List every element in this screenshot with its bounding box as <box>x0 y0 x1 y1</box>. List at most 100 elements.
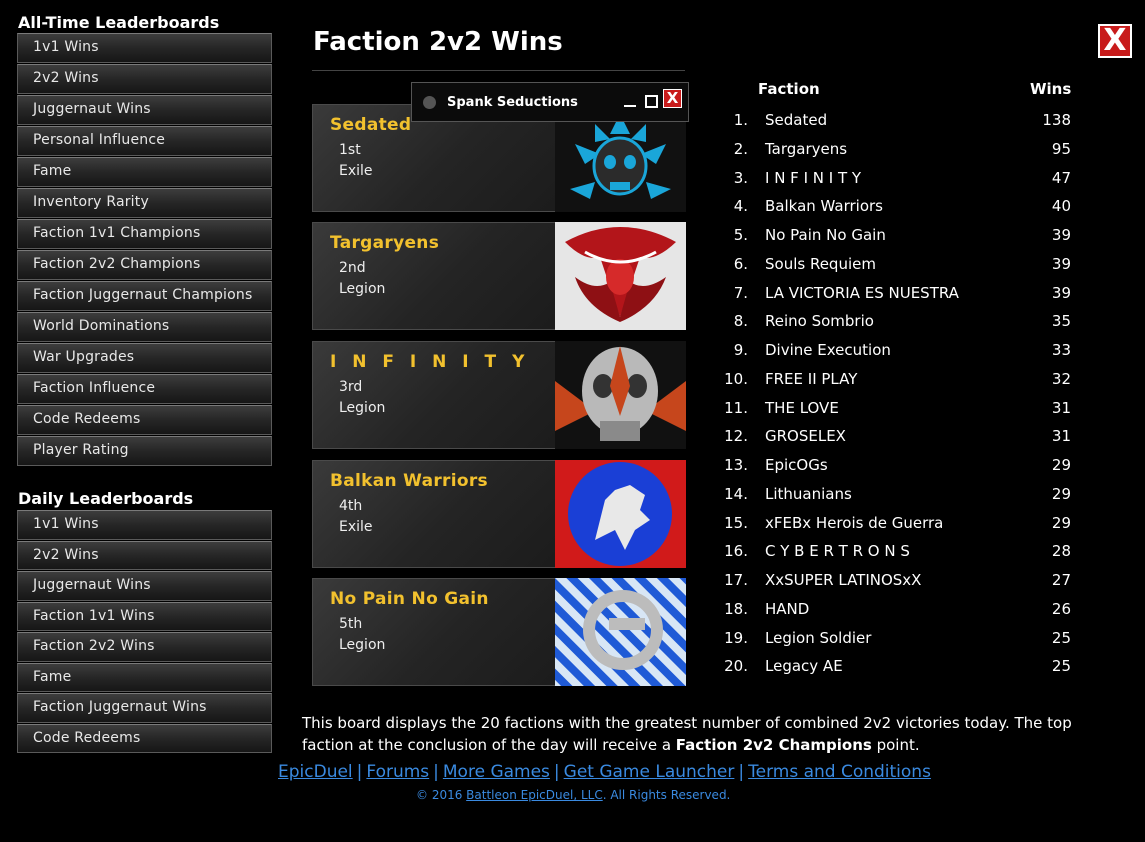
alltime-leaderboard-list: 1v1 Wins 2v2 Wins Juggernaut Wins Personal … <box>17 33 272 467</box>
minimize-icon[interactable] <box>624 91 636 107</box>
faction-card-2[interactable]: Targaryens 2nd Legion <box>312 222 686 330</box>
table-row: 13. EpicOGs 29 <box>720 456 1080 484</box>
row-faction-name[interactable]: Legion Soldier <box>765 629 871 647</box>
row-faction-name[interactable]: Balkan Warriors <box>765 197 883 215</box>
daily-button[interactable]: Code Redeems <box>17 723 272 753</box>
table-row: 14. Lithuanians 29 <box>720 485 1080 513</box>
row-faction-name[interactable]: Souls Requiem <box>765 255 876 273</box>
alltime-button[interactable]: Faction Juggernaut Champions <box>17 281 272 311</box>
row-wins: 39 <box>1051 226 1071 244</box>
footer-link-game-launcher[interactable]: Get Game Launcher <box>564 762 735 782</box>
daily-button[interactable]: 2v2 Wins <box>17 540 272 570</box>
row-wins: 40 <box>1051 197 1071 216</box>
faction-card-type: Legion <box>339 400 386 416</box>
daily-button[interactable]: Fame <box>17 662 272 692</box>
row-faction-name[interactable]: C Y B E R T R O N S <box>765 542 910 560</box>
row-rank: 19. <box>724 628 748 647</box>
daily-button[interactable]: Faction 1v1 Wins <box>17 601 272 631</box>
row-faction-name[interactable]: Targaryens <box>765 140 847 158</box>
daily-button[interactable]: Juggernaut Wins <box>17 571 272 601</box>
faction-card-name: I N F I N I T Y <box>330 352 530 372</box>
row-faction-name[interactable]: Divine Execution <box>765 341 891 359</box>
daily-button[interactable]: Faction 2v2 Wins <box>17 632 272 662</box>
row-faction-name[interactable]: LA VICTORIA ES NUESTRA <box>765 284 959 302</box>
alltime-button[interactable]: World Dominations <box>17 312 272 342</box>
row-wins: 26 <box>1051 599 1071 618</box>
row-wins: 47 <box>1051 168 1071 187</box>
row-faction-name[interactable]: EpicOGs <box>765 456 828 474</box>
faction-popup[interactable]: Spank Seductions X <box>411 82 689 122</box>
close-button[interactable]: X <box>1098 24 1132 58</box>
alltime-button[interactable]: Fame <box>17 157 272 187</box>
daily-leaderboards-title: Daily Leaderboards <box>18 489 194 508</box>
row-rank: 5. <box>733 226 748 244</box>
alltime-button[interactable]: 1v1 Wins <box>17 33 272 63</box>
row-rank: 14. <box>724 484 748 503</box>
row-rank: 15. <box>724 513 748 532</box>
row-wins: 29 <box>1051 456 1071 474</box>
row-wins: 31 <box>1051 398 1071 417</box>
alltime-button[interactable]: 2v2 Wins <box>17 64 272 94</box>
alltime-button[interactable]: Inventory Rarity <box>17 188 272 218</box>
faction-card-4[interactable]: Balkan Warriors 4th Exile <box>312 460 686 568</box>
alltime-button[interactable]: Faction 2v2 Champions <box>17 250 272 280</box>
row-faction-name[interactable]: Legacy AE <box>765 657 843 675</box>
table-row: 15. xFEBx Herois de Guerra 29 <box>720 514 1080 542</box>
column-header-faction: Faction <box>758 80 820 98</box>
table-row: 17. XxSUPER LATINOSxX 27 <box>720 571 1080 599</box>
status-dot-icon <box>423 96 436 109</box>
divider <box>312 70 685 71</box>
row-rank: 18. <box>724 599 748 618</box>
row-faction-name[interactable]: FREE II PLAY <box>765 370 857 388</box>
footer-link-terms[interactable]: Terms and Conditions <box>748 762 931 782</box>
daily-button[interactable]: 1v1 Wins <box>17 510 272 540</box>
popup-close-button[interactable]: X <box>663 89 682 108</box>
row-wins: 39 <box>1051 283 1071 302</box>
faction-card-5[interactable]: No Pain No Gain 5th Legion <box>312 578 686 686</box>
row-faction-name[interactable]: XxSUPER LATINOSxX <box>765 571 921 589</box>
copyright: © 2016 Battleon EpicDuel, LLC. All Right… <box>416 788 730 802</box>
row-faction-name[interactable]: Reino Sombrio <box>765 312 874 330</box>
row-faction-name[interactable]: No Pain No Gain <box>765 226 886 244</box>
row-rank: 11. <box>724 398 748 417</box>
row-faction-name[interactable]: xFEBx Herois de Guerra <box>765 514 943 532</box>
alltime-button[interactable]: Faction Influence <box>17 374 272 404</box>
alltime-button[interactable]: Personal Influence <box>17 126 272 156</box>
row-wins: 25 <box>1051 657 1071 676</box>
daily-button[interactable]: Faction Juggernaut Wins <box>17 693 272 723</box>
row-faction-name[interactable]: HAND <box>765 600 809 618</box>
faction-card-rank: 1st <box>339 142 361 158</box>
footer-link-epicduel[interactable]: EpicDuel <box>278 762 353 782</box>
footer-link-more-games[interactable]: More Games <box>443 762 550 782</box>
row-faction-name[interactable]: I N F I N I T Y <box>765 169 861 187</box>
alltime-button[interactable]: Juggernaut Wins <box>17 95 272 125</box>
faction-card-name: Sedated <box>330 115 412 135</box>
faction-card-rank: 2nd <box>339 260 366 276</box>
copyright-link[interactable]: Battleon EpicDuel, LLC <box>466 788 603 802</box>
alltime-leaderboards-title: All-Time Leaderboards <box>18 13 220 32</box>
table-row: 10. FREE II PLAY 32 <box>720 370 1080 398</box>
faction-card-name: Targaryens <box>330 233 440 253</box>
row-rank: 2. <box>733 139 748 158</box>
row-rank: 13. <box>724 456 748 474</box>
alltime-button[interactable]: Faction 1v1 Champions <box>17 219 272 249</box>
alltime-button[interactable]: Player Rating <box>17 436 272 466</box>
row-wins: 27 <box>1051 571 1071 589</box>
faction-card-type: Legion <box>339 281 386 297</box>
alltime-button[interactable]: War Upgrades <box>17 343 272 373</box>
blue-striped-emblem-icon <box>555 578 686 686</box>
faction-card-3[interactable]: I N F I N I T Y 3rd Legion <box>312 341 686 449</box>
faction-card-name: Balkan Warriors <box>330 471 488 491</box>
row-faction-name[interactable]: Sedated <box>765 111 827 129</box>
faction-card-rank: 5th <box>339 616 363 632</box>
row-faction-name[interactable]: THE LOVE <box>765 399 839 417</box>
alltime-button[interactable]: Code Redeems <box>17 405 272 435</box>
row-faction-name[interactable]: Lithuanians <box>765 485 852 503</box>
row-wins: 28 <box>1051 542 1071 561</box>
table-row: 3. I N F I N I T Y 47 <box>720 169 1080 197</box>
table-row: 9. Divine Execution 33 <box>720 341 1080 369</box>
row-faction-name[interactable]: GROSELEX <box>765 427 846 445</box>
maximize-icon[interactable] <box>645 95 658 108</box>
footer-link-forums[interactable]: Forums <box>366 762 429 782</box>
table-row: 6. Souls Requiem 39 <box>720 255 1080 283</box>
